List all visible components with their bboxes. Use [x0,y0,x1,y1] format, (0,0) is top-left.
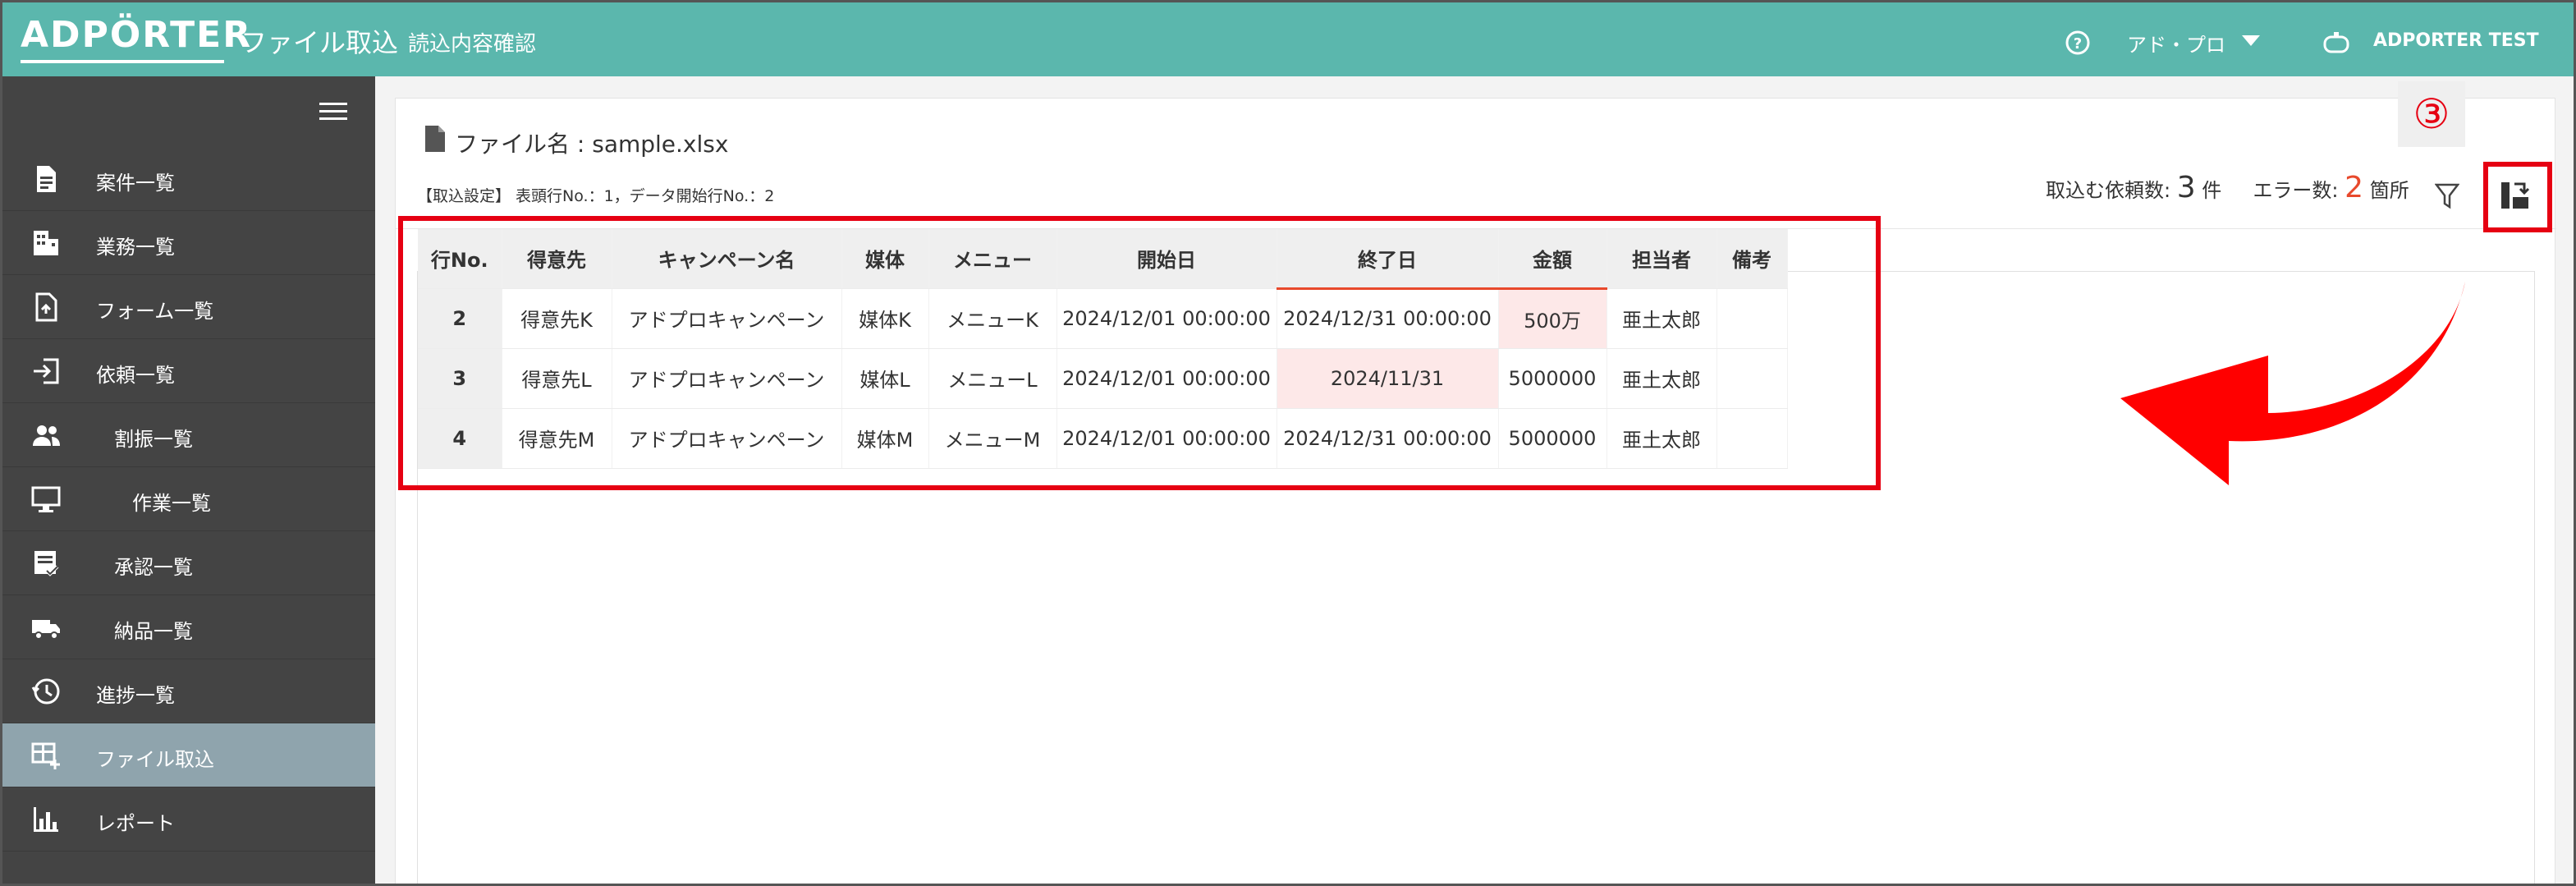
sidebar-item-requests[interactable]: 依頼一覧 [2,339,375,403]
step-badge: ③ [2398,81,2465,147]
user-name[interactable]: ADPORTER TEST [2373,30,2539,51]
sidebar-item-tasks[interactable]: 作業一覧 [2,467,375,531]
form-file-icon [35,292,57,322]
sidebar-item-label: 納品一覧 [114,620,193,643]
file-icon [425,126,445,152]
table-highlight-box [398,216,1881,490]
import-stats: 取込む依頼数: 3 件 エラー数: 2 箇所 [2046,171,2409,204]
chevron-down-icon[interactable] [2242,35,2260,47]
user-icon[interactable] [2322,32,2350,53]
sidebar: 案件一覧 業務一覧 フォーム一覧 依頼一覧 割振一覧 作業一覧 承認一覧 納品一… [2,76,375,884]
sidebar-item-label: 業務一覧 [96,236,175,259]
import-settings: 【取込設定】 表頭行No.：1，データ開始行No.：2 [417,187,775,205]
sidebar-item-label: 作業一覧 [132,492,211,515]
monitor-icon [31,486,61,512]
table-add-icon [31,742,60,769]
app-logo[interactable]: ADPÖRTER [21,14,252,56]
org-selector[interactable]: アド・プロ [2127,29,2225,57]
sidebar-item-label: 依頼一覧 [96,364,175,387]
hamburger-menu-icon[interactable] [319,101,347,122]
sidebar-item-approvals[interactable]: 承認一覧 [2,531,375,595]
sidebar-item-label: ファイル取込 [96,748,214,771]
errors-count: 2 [2345,171,2364,204]
requests-count: 3 [2176,171,2196,204]
sidebar-item-label: レポート [96,812,175,835]
approval-icon [34,551,59,576]
red-arrow-icon [2120,282,2465,485]
help-icon[interactable]: ? [2065,30,2091,56]
sidebar-item-label: 割振一覧 [114,428,193,451]
requests-unit: 件 [2202,179,2222,202]
sidebar-item-file-import[interactable]: ファイル取込 [2,723,375,787]
sidebar-item-forms[interactable]: フォーム一覧 [2,275,375,339]
sidebar-item-progress[interactable]: 進捗一覧 [2,659,375,723]
building-icon [34,231,58,255]
logo-underline [21,60,224,63]
document-list-icon [37,166,56,192]
page-title: ファイル取込 [241,27,399,58]
requests-label: 取込む依頼数: [2046,179,2171,202]
sidebar-item-label: フォーム一覧 [96,300,214,323]
top-header: ADPÖRTER ファイル取込 読込内容確認 ? アド・プロ ADPORTER … [2,2,2574,76]
app-window: ADPÖRTER ファイル取込 読込内容確認 ? アド・プロ ADPORTER … [0,0,2576,886]
filter-icon[interactable] [2435,182,2459,210]
svg-text:?: ? [2074,35,2082,53]
page-subtitle: 読込内容確認 [408,32,537,57]
errors-unit: 箇所 [2369,179,2409,202]
bar-chart-icon [34,807,58,832]
people-icon [33,425,60,446]
swap-icon-highlight-box [2483,162,2552,232]
sidebar-item-deliveries[interactable]: 納品一覧 [2,595,375,659]
sidebar-item-allocation[interactable]: 割振一覧 [2,403,375,467]
clock-history-icon [31,678,60,705]
sidebar-item-reports[interactable]: レポート [2,787,375,852]
sidebar-item-projects[interactable]: 案件一覧 [2,147,375,211]
login-arrow-icon [34,358,59,384]
truck-icon [32,620,60,640]
errors-label: エラー数: [2253,179,2339,202]
sidebar-item-operations[interactable]: 業務一覧 [2,211,375,275]
file-name: ファイル名 : sample.xlsx [455,131,729,158]
sidebar-item-label: 承認一覧 [114,556,193,579]
sidebar-item-label: 案件一覧 [96,172,175,195]
sidebar-item-label: 進捗一覧 [96,684,175,707]
